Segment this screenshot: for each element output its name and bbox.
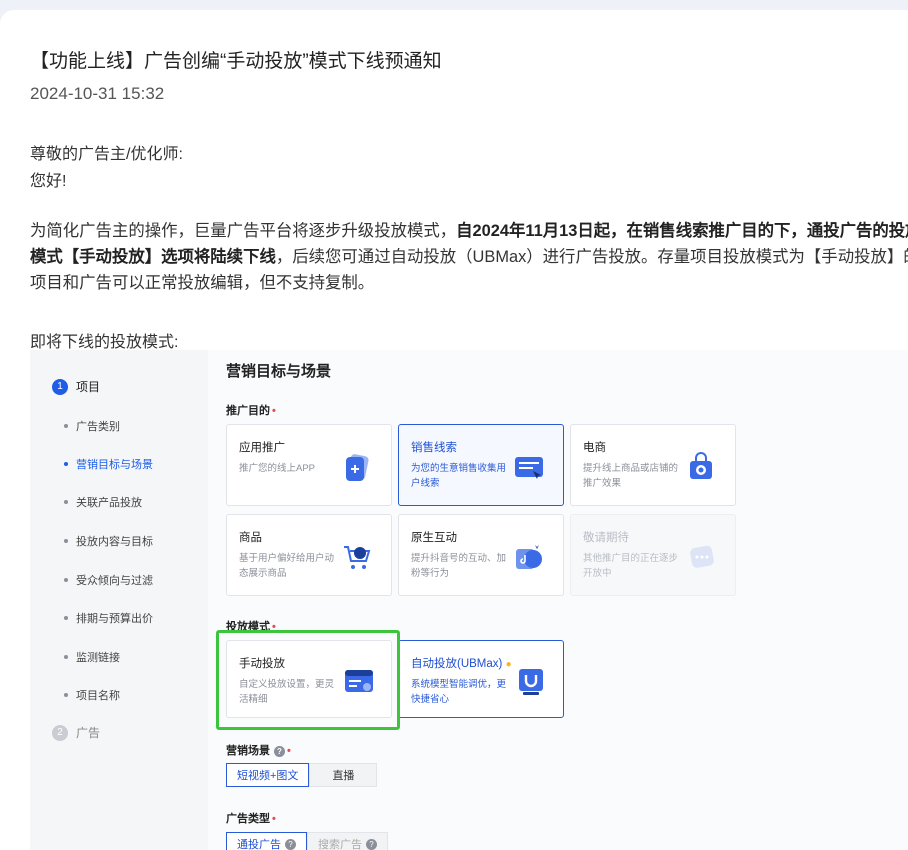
purpose-label: 推广目的 • [226,402,276,418]
sidebar-item-label: 受众倾向与过滤 [76,575,153,587]
sales-leads-icon [515,457,543,479]
bullet-dot-icon [64,693,68,697]
greeting-line-1: 尊敬的广告主/优化师: [30,146,183,163]
bullet-dot-icon [64,539,68,543]
sidebar-item-schedule-budget[interactable]: 排期与预算出价 [64,610,153,626]
ad-type-option-general[interactable]: 通投广告? [226,832,307,850]
section-title: 营销目标与场景 [226,363,332,380]
step-number-badge: 2 [52,724,68,741]
scene-label: 营销场景? • [226,742,291,758]
mode-desc: 系统模型智能调优，更快捷省心 [411,679,507,705]
notice-title: 【功能上线】广告创编“手动投放”模式下线预通知 [30,51,442,72]
purpose-tile-product[interactable]: 商品 基于用户偏好给用户动态展示商品 [226,514,392,596]
sidebar-item-content-target[interactable]: 投放内容与目标 [64,533,153,549]
sidebar-item-label: 营销目标与场景 [76,459,153,471]
help-icon[interactable]: ? [366,838,377,850]
required-mark: • [272,813,276,825]
app-promotion-icon [346,454,369,481]
tile-name: 原生互动 [411,532,457,544]
ad-type-segmented-control: 通投广告? 搜索广告? [226,832,388,850]
tile-desc: 提升线上商品或店铺的推广效果 [583,463,679,489]
step-label: 广告 [76,726,101,740]
shopping-cart-icon [344,546,371,569]
sidebar-item-marketing-goal[interactable]: 营销目标与场景 [64,456,153,472]
greeting-line-2: 您好! [30,173,67,190]
sidebar-item-audience[interactable]: 受众倾向与过滤 [64,572,153,588]
native-interaction-icon [516,545,542,569]
bullet-dot-icon [64,655,68,659]
scene-label-text: 营销场景 [226,745,270,757]
required-mark: • [287,745,291,757]
sidebar-item-label: 项目名称 [76,690,120,702]
sidebar-step-ad[interactable]: 2 广告 [52,724,100,741]
highlight-box [216,630,400,730]
purpose-tile-app[interactable]: 应用推广 推广您的线上APP [226,424,392,506]
scene-option-live[interactable]: 直播 [309,763,378,787]
bullet-dot-icon [64,616,68,620]
bullet-dot-icon [64,462,68,466]
tile-name: 应用推广 [239,442,285,454]
auto-delivery-icon [519,669,543,695]
sidebar-item-label: 排期与预算出价 [76,613,153,625]
sidebar-item-label: 广告类别 [76,421,120,433]
coming-soon-icon [690,545,714,568]
lightbulb-icon: ● [505,659,512,670]
step-number-badge: 1 [52,378,68,395]
purpose-tile-ecommerce[interactable]: 电商 提升线上商品或店铺的推广效果 [570,424,736,506]
tile-name: 销售线索 [411,442,457,454]
mode-tile-auto-ubmax[interactable]: 自动投放(UBMax) ● 系统模型智能调优，更快捷省心 [398,640,564,718]
purpose-tile-native-interaction[interactable]: 原生互动 提升抖音号的互动、加粉等行为 [398,514,564,596]
sidebar-item-project-name[interactable]: 项目名称 [64,687,120,703]
scene-segmented-control: 短视频+图文 直播 [226,763,378,787]
tile-desc: 基于用户偏好给用户动态展示商品 [239,553,335,579]
help-icon[interactable]: ? [285,838,296,850]
required-mark: • [272,405,276,417]
sidebar-step-project[interactable]: 1 项目 [52,378,100,395]
sidebar-item-product[interactable]: 关联产品投放 [64,494,142,510]
purpose-tile-coming-soon: 敬请期待 其他推广目的正在逐步开放中 [570,514,736,596]
tile-desc: 推广您的线上APP [239,463,316,474]
ad-type-label: 广告类型 • [226,810,276,826]
step-label: 项目 [76,380,101,394]
bullet-dot-icon [64,424,68,428]
ad-type-label-text: 广告类型 [226,813,270,825]
mode-name: 自动投放(UBMax) ● [411,655,512,671]
sidebar-item-label: 关联产品投放 [76,497,142,509]
purpose-label-text: 推广目的 [226,405,270,417]
ad-type-option-search[interactable]: 搜索广告? [307,832,388,850]
sidebar-item-ad-category[interactable]: 广告类别 [64,418,120,434]
help-icon[interactable]: ? [274,745,285,757]
sidebar-item-tracking-link[interactable]: 监测链接 [64,649,120,665]
tile-desc: 为您的生意销售收集用户线索 [411,463,507,489]
option-label: 通投广告 [237,839,281,850]
bullet-dot-icon [64,578,68,582]
embedded-screenshot: 1 项目 广告类别 营销目标与场景 关联产品投放 投放内容与目标 受众倾向与过滤… [30,350,908,850]
tile-desc: 提升抖音号的互动、加粉等行为 [411,553,507,579]
ecommerce-bag-icon [690,452,712,479]
tile-name: 商品 [239,532,262,544]
option-label: 搜索广告 [318,839,362,850]
notice-date: 2024-10-31 15:32 [30,84,165,103]
step-sidebar: 1 项目 广告类别 营销目标与场景 关联产品投放 投放内容与目标 受众倾向与过滤… [30,350,208,850]
tile-name: 电商 [583,442,606,454]
scene-option-short-video[interactable]: 短视频+图文 [226,763,310,787]
purpose-tile-sales-leads[interactable]: 销售线索 为您的生意销售收集用户线索 [398,424,564,506]
paragraph-text-1: 为简化广告主的操作，巨量广告平台将逐步升级投放模式， [30,222,457,240]
bullet-dot-icon [64,500,68,504]
notice-paragraph: 为简化广告主的操作，巨量广告平台将逐步升级投放模式，自2024年11月13日起，… [30,218,908,296]
upcoming-mode-label: 即将下线的投放模式: [30,334,179,351]
sidebar-item-label: 监测链接 [76,652,120,664]
tile-desc: 其他推广目的正在逐步开放中 [583,553,679,579]
sidebar-item-label: 投放内容与目标 [76,536,153,548]
mode-name-text: 自动投放(UBMax) [411,658,503,670]
tile-name: 敬请期待 [583,532,629,544]
